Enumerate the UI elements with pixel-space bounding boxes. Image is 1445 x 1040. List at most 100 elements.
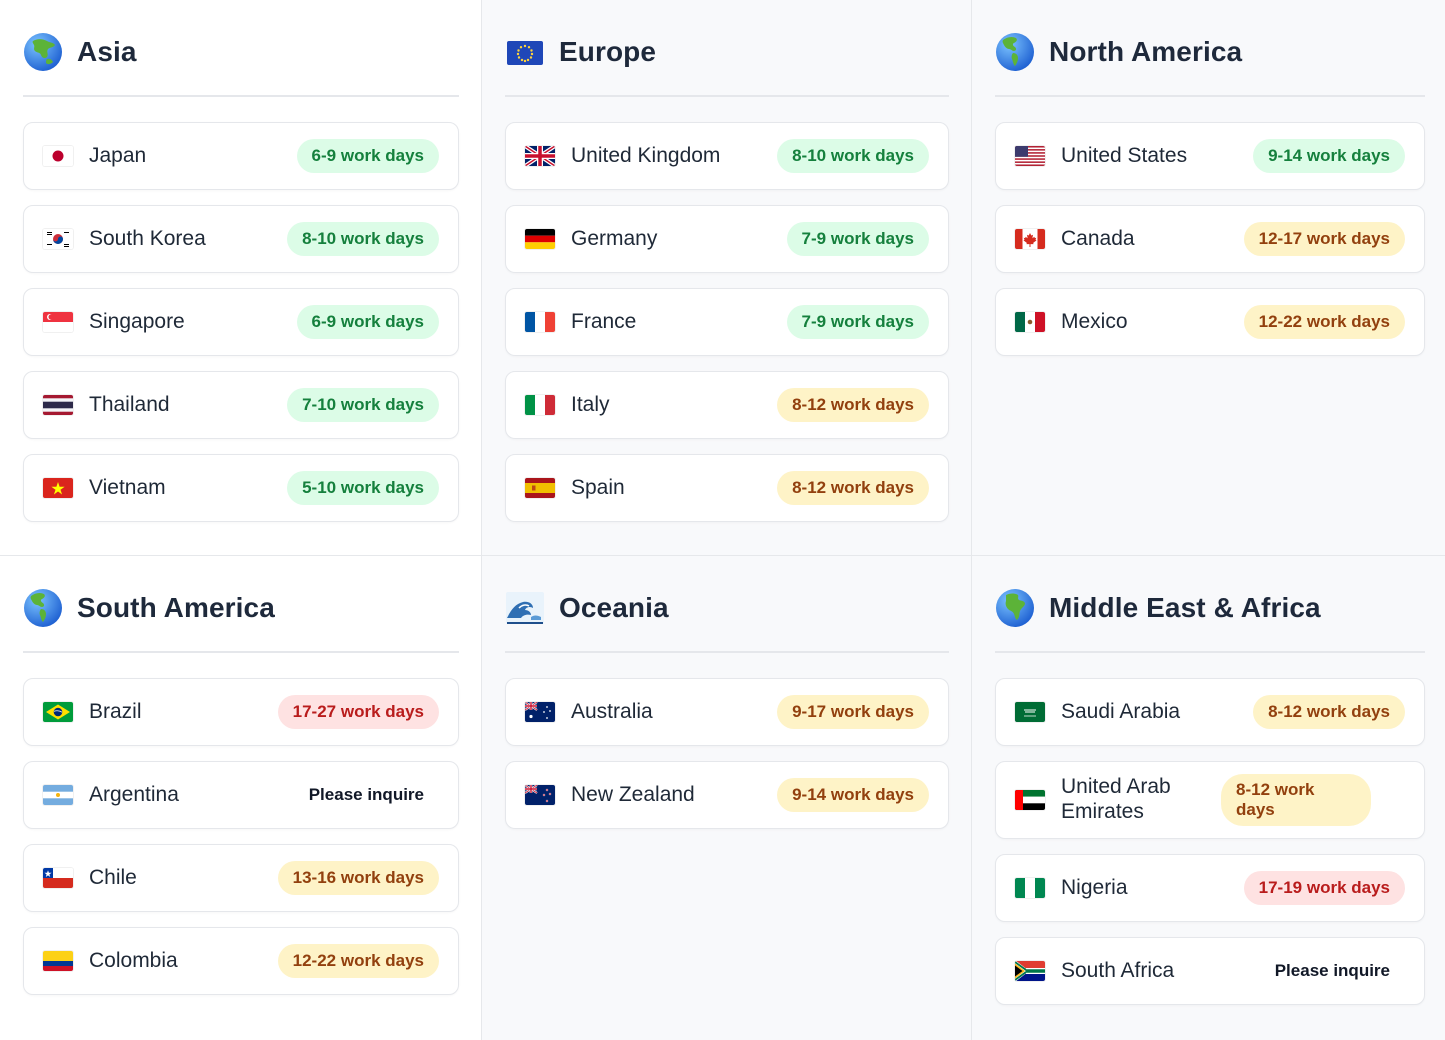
germany-flag-icon (525, 229, 555, 249)
country-card-united-states[interactable]: United States 9-14 work days (995, 122, 1425, 190)
country-name: Japan (89, 143, 147, 167)
country-name: South Africa (1061, 958, 1175, 982)
south-korea-flag-icon (43, 229, 73, 249)
country-card-spain[interactable]: Spain 8-12 work days (505, 454, 949, 522)
country-card-chile[interactable]: Chile 13-16 work days (23, 844, 459, 912)
regions-grid: Asia Japan 6-9 work days South Korea 8-1… (0, 0, 1445, 1040)
country-name: Mexico (1061, 309, 1128, 333)
region-asia: Asia Japan 6-9 work days South Korea 8-1… (0, 0, 481, 555)
country-card-south-korea[interactable]: South Korea 8-10 work days (23, 205, 459, 273)
globe-africa-icon (995, 588, 1035, 628)
region-middle-east-africa: Middle East & Africa Saudi Arabia 8-12 w… (972, 556, 1445, 1040)
country-card-united-kingdom[interactable]: United Kingdom 8-10 work days (505, 122, 949, 190)
country-name: Australia (571, 699, 653, 723)
delivery-time-badge: 8-10 work days (777, 138, 929, 174)
eu-flag-icon (505, 32, 545, 72)
country-list: United States 9-14 work days Canada 12-1… (995, 122, 1425, 371)
delivery-time-badge: 17-27 work days (277, 694, 439, 730)
region-europe: Europe United Kingdom 8-10 work days Ger… (482, 0, 971, 555)
country-name: Nigeria (1061, 875, 1128, 899)
country-name: Saudi Arabia (1061, 699, 1181, 723)
delivery-time-badge: 8-12 work days (777, 387, 929, 423)
country-name: Brazil (89, 699, 142, 723)
country-card-france[interactable]: France 7-9 work days (505, 288, 949, 356)
region-title: Europe (559, 35, 657, 67)
delivery-time-badge: 12-17 work days (1243, 221, 1405, 257)
country-card-colombia[interactable]: Colombia 12-22 work days (23, 927, 459, 995)
country-name: Argentina (89, 782, 179, 806)
country-card-mexico[interactable]: Mexico 12-22 work days (995, 288, 1425, 356)
country-card-brazil[interactable]: Brazil 17-27 work days (23, 678, 459, 746)
country-card-nigeria[interactable]: Nigeria 17-19 work days (995, 854, 1425, 922)
nigeria-flag-icon (1015, 878, 1045, 898)
country-list: Japan 6-9 work days South Korea 8-10 wor… (23, 122, 459, 537)
delivery-time-badge: 12-22 work days (1243, 304, 1405, 340)
delivery-time-badge: 6-9 work days (296, 138, 439, 174)
country-name: Singapore (89, 309, 185, 333)
saudi-arabia-flag-icon (1015, 702, 1045, 722)
region-title: North America (1049, 35, 1243, 67)
country-name: Chile (89, 865, 137, 889)
vietnam-flag-icon (43, 478, 73, 498)
japan-flag-icon (43, 146, 73, 166)
delivery-time-badge: 7-10 work days (287, 387, 439, 423)
delivery-time-badge: 9-17 work days (777, 694, 929, 730)
usa-flag-icon (1015, 146, 1045, 166)
argentina-flag-icon (43, 785, 73, 805)
uk-flag-icon (525, 146, 555, 166)
country-list: Australia 9-17 work days New Zealand 9-1… (505, 678, 949, 844)
country-list: Brazil 17-27 work days Argentina Please … (23, 678, 459, 1010)
country-name: Spain (571, 475, 625, 499)
country-name: Canada (1061, 226, 1135, 250)
globe-asia-icon (23, 32, 63, 72)
region-header: Middle East & Africa (995, 556, 1425, 653)
region-header: Europe (505, 0, 949, 97)
delivery-time-badge: 6-9 work days (296, 304, 439, 340)
delivery-time-badge: 9-14 work days (777, 777, 929, 813)
country-name: Germany (571, 226, 658, 250)
delivery-time-badge: 7-9 work days (786, 304, 929, 340)
country-card-argentina[interactable]: Argentina Please inquire (23, 761, 459, 829)
country-card-canada[interactable]: Canada 12-17 work days (995, 205, 1425, 273)
brazil-flag-icon (43, 702, 73, 722)
region-header: Oceania (505, 556, 949, 653)
region-south-america: South America Brazil 17-27 work days Arg… (0, 556, 481, 1040)
italy-flag-icon (525, 395, 555, 415)
country-card-saudi-arabia[interactable]: Saudi Arabia 8-12 work days (995, 678, 1425, 746)
delivery-time-badge: 17-19 work days (1243, 870, 1405, 906)
region-north-america: North America United States 9-14 work da… (972, 0, 1445, 555)
region-header: Asia (23, 0, 459, 97)
country-card-thailand[interactable]: Thailand 7-10 work days (23, 371, 459, 439)
country-card-vietnam[interactable]: Vietnam 5-10 work days (23, 454, 459, 522)
delivery-time-badge: 13-16 work days (277, 860, 439, 896)
country-card-japan[interactable]: Japan 6-9 work days (23, 122, 459, 190)
delivery-time-badge: 5-10 work days (287, 470, 439, 506)
country-card-new-zealand[interactable]: New Zealand 9-14 work days (505, 761, 949, 829)
country-card-uae[interactable]: United Arab Emirates 8-12 work days (995, 761, 1425, 839)
country-card-italy[interactable]: Italy 8-12 work days (505, 371, 949, 439)
country-name: France (571, 309, 637, 333)
region-header: North America (995, 0, 1425, 97)
delivery-time-badge: 8-12 work days (1221, 773, 1371, 827)
region-title: Asia (77, 35, 137, 67)
region-title: Middle East & Africa (1049, 591, 1321, 623)
country-name: Vietnam (89, 475, 166, 499)
region-title: South America (77, 591, 275, 623)
mexico-flag-icon (1015, 312, 1045, 332)
region-header: South America (23, 556, 459, 653)
region-title: Oceania (559, 591, 669, 623)
country-card-germany[interactable]: Germany 7-9 work days (505, 205, 949, 273)
country-card-singapore[interactable]: Singapore 6-9 work days (23, 288, 459, 356)
delivery-time-badge: 9-14 work days (1253, 138, 1405, 174)
colombia-flag-icon (43, 951, 73, 971)
country-card-south-africa[interactable]: South Africa Please inquire (995, 937, 1425, 1005)
country-name: New Zealand (571, 782, 695, 806)
country-name: United States (1061, 143, 1188, 167)
country-name: Thailand (89, 392, 170, 416)
country-card-australia[interactable]: Australia 9-17 work days (505, 678, 949, 746)
country-list: United Kingdom 8-10 work days Germany 7-… (505, 122, 949, 537)
region-oceania: Oceania Australia 9-17 work days New Zea… (482, 556, 971, 1040)
singapore-flag-icon (43, 312, 73, 332)
uae-flag-icon (1015, 790, 1045, 810)
france-flag-icon (525, 312, 555, 332)
